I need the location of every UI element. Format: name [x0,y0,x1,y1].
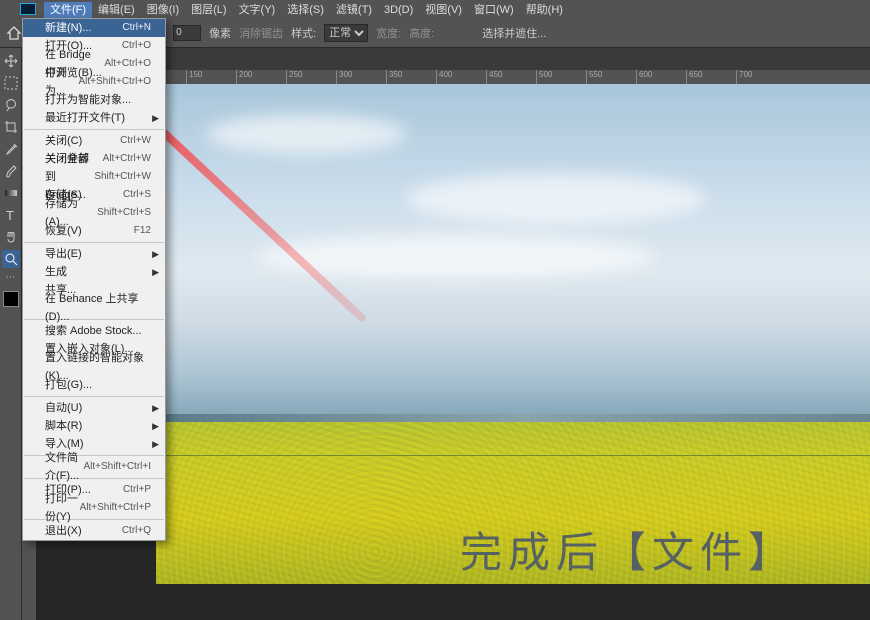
menu-item[interactable]: 搜索 Adobe Stock... [23,322,165,340]
type-tool-icon[interactable]: T [2,206,20,224]
app-logo [20,3,36,15]
zoom-tool-icon[interactable] [2,250,20,268]
menu-3d[interactable]: 3D(D) [378,2,419,18]
menu-item[interactable]: 生成▶ [23,263,165,281]
menu-item[interactable]: 打印一份(Y)Alt+Shift+Ctrl+P [23,499,165,517]
menu-视图[interactable]: 视图(V) [419,2,468,18]
menu-item[interactable]: 恢复(V)F12 [23,222,165,240]
select-mask-button[interactable]: 选择并遮住... [482,25,546,41]
style-label: 样式: [291,25,316,41]
menu-item[interactable]: 导出(E)▶ [23,245,165,263]
menu-item[interactable]: 关闭(C)Ctrl+W [23,132,165,150]
style-select[interactable]: 正常 [324,24,368,42]
menu-item[interactable]: 退出(X)Ctrl+Q [23,522,165,540]
menu-文件[interactable]: 文件(F) [44,2,92,18]
height-label: 高度: [409,25,434,41]
menu-选择[interactable]: 选择(S) [281,2,330,18]
home-icon[interactable] [6,25,22,41]
menu-item[interactable]: 置入链接的智能对象(K)... [23,358,165,376]
lasso-tool-icon[interactable] [2,96,20,114]
width-label: 宽度: [376,25,401,41]
tool-panel: T ⋯ [0,48,22,620]
gradient-tool-icon[interactable] [2,184,20,202]
menu-bar: 文件(F)编辑(E)图像(I)图层(L)文字(Y)选择(S)滤镜(T)3D(D)… [0,0,870,18]
feather-unit: 像素 [209,25,231,41]
brush-tool-icon[interactable] [2,162,20,180]
menu-图层[interactable]: 图层(L) [185,2,232,18]
menu-编辑[interactable]: 编辑(E) [92,2,141,18]
menu-item[interactable]: 打开为...Alt+Shift+Ctrl+O [23,73,165,91]
menu-帮助[interactable]: 帮助(H) [520,2,569,18]
menu-item[interactable]: 存储为(A)...Shift+Ctrl+S [23,204,165,222]
menu-滤镜[interactable]: 滤镜(T) [330,2,378,18]
menu-item[interactable]: 脚本(R)▶ [23,417,165,435]
svg-text:T: T [6,208,14,222]
color-swatch[interactable] [3,291,19,307]
document-image: 完成后【文件】 [156,84,870,584]
antialias-label: 消除锯齿 [239,25,283,41]
move-tool-icon[interactable] [2,52,20,70]
menu-item[interactable]: 新建(N)...Ctrl+N [23,19,165,37]
menu-item[interactable]: 自动(U)▶ [23,399,165,417]
caption-overlay: 完成后【文件】 [460,519,796,580]
menu-文字[interactable]: 文字(Y) [233,2,282,18]
menu-item[interactable]: 打包(G)... [23,376,165,394]
file-menu-dropdown: 新建(N)...Ctrl+N打开(O)...Ctrl+O在 Bridge 中浏览… [22,18,166,541]
menu-item[interactable]: 最近打开文件(T)▶ [23,109,165,127]
menu-窗口[interactable]: 窗口(W) [468,2,520,18]
menu-item[interactable]: 文件简介(F)...Alt+Shift+Ctrl+I [23,458,165,476]
hand-tool-icon[interactable] [2,228,20,246]
crop-tool-icon[interactable] [2,118,20,136]
menu-item[interactable]: 打开为智能对象... [23,91,165,109]
menu-图像[interactable]: 图像(I) [141,2,185,18]
tool-overflow-icon[interactable]: ⋯ [6,272,16,283]
feather-input[interactable] [173,25,201,41]
menu-item[interactable]: 在 Behance 上共享(D)... [23,299,165,317]
eyedropper-tool-icon[interactable] [2,140,20,158]
menu-item[interactable]: 关闭并转到 Bridge...Shift+Ctrl+W [23,168,165,186]
marquee-tool-icon[interactable] [2,74,20,92]
